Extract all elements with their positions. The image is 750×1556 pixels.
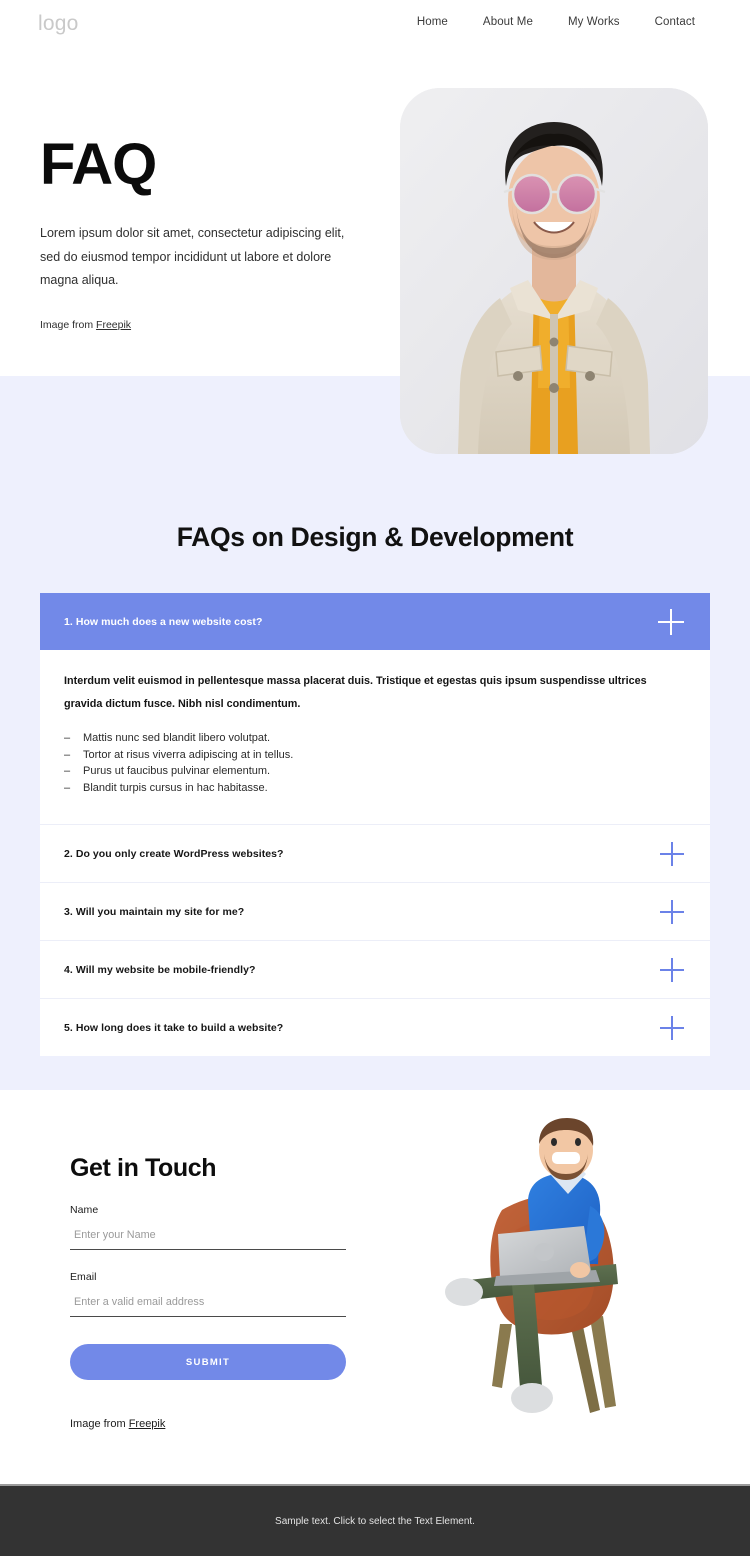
email-field-group: Email <box>70 1271 370 1317</box>
faq-answer-bullets: – Mattis nunc sed blandit libero volutpat… <box>64 730 686 796</box>
faq-section: FAQs on Design & Development 1. How much… <box>0 376 750 1090</box>
person-with-laptop-illustration <box>445 1118 618 1413</box>
dash-bullet-icon: – <box>64 781 71 794</box>
faq-answer-lead: Interdum velit euismod in pellentesque m… <box>64 675 647 710</box>
faq-item-1: 1. How much does a new website cost? Int… <box>40 593 710 824</box>
faq-item-1-header[interactable]: 1. How much does a new website cost? <box>40 593 710 650</box>
contact-title: Get in Touch <box>70 1154 217 1182</box>
plus-icon[interactable] <box>660 957 684 982</box>
list-item: – Purus ut faucibus pulvinar elementum. <box>64 763 686 780</box>
faq-item-5-header[interactable]: 5. How long does it take to build a webs… <box>40 999 710 1056</box>
nav-item-about-me[interactable]: About Me <box>483 16 533 28</box>
contact-section: Get in Touch Name Email SUBMIT Image fro… <box>0 1090 750 1484</box>
name-field-label: Name <box>70 1204 99 1216</box>
contact-image-credit: Image from Freepik <box>70 1418 370 1430</box>
email-input[interactable] <box>70 1292 346 1317</box>
plus-icon[interactable] <box>660 841 684 866</box>
hero-credit-link[interactable]: Freepik <box>96 319 131 331</box>
dash-bullet-icon: – <box>64 748 71 761</box>
faq-item-1-question: 1. How much does a new website cost? <box>64 615 263 628</box>
plus-icon[interactable] <box>660 1015 684 1040</box>
page-title: FAQ <box>40 132 157 197</box>
site-footer: Sample text. Click to select the Text El… <box>0 1484 750 1556</box>
faq-heading: FAQs on Design & Development <box>176 522 574 552</box>
faq-item-5: 5. How long does it take to build a webs… <box>40 998 710 1056</box>
contact-form-block: Get in Touch Name Email SUBMIT Image fro… <box>70 1154 370 1430</box>
faq-item-3-header[interactable]: 3. Will you maintain my site for me? <box>40 883 710 940</box>
nav-item-contact[interactable]: Contact <box>655 16 695 28</box>
faq-item-4-question: 4. Will my website be mobile-friendly? <box>64 963 256 976</box>
faq-item-3: 3. Will you maintain my site for me? <box>40 882 710 940</box>
contact-credit-prefix: Image from <box>70 1418 129 1430</box>
contact-credit-link[interactable]: Freepik <box>129 1418 166 1430</box>
hero-image-credit: Image from Freepik <box>40 319 380 331</box>
faq-accordion: 1. How much does a new website cost? Int… <box>40 593 710 1056</box>
hero-paragraph: Lorem ipsum dolor sit amet, consectetur … <box>40 226 345 287</box>
dash-bullet-icon: – <box>64 765 71 777</box>
plus-icon[interactable] <box>658 608 684 635</box>
submit-button[interactable]: SUBMIT <box>70 1344 346 1380</box>
hero-text-block: FAQ Lorem ipsum dolor sit amet, consecte… <box>40 134 380 331</box>
faq-bullet-text: Purus ut faucibus pulvinar elementum. <box>83 765 271 777</box>
faq-item-4: 4. Will my website be mobile-friendly? <box>40 940 710 998</box>
plus-icon[interactable] <box>660 899 684 924</box>
dash-bullet-icon: – <box>64 732 71 744</box>
faq-item-2-question: 2. Do you only create WordPress websites… <box>64 847 284 860</box>
email-field-label: Email <box>70 1271 97 1283</box>
faq-item-2-header[interactable]: 2. Do you only create WordPress websites… <box>40 825 710 882</box>
faq-bullet-text: Mattis nunc sed blandit libero volutpat. <box>83 732 271 744</box>
name-input[interactable] <box>70 1225 346 1250</box>
list-item: – Tortor at risus viverra adipiscing at i… <box>64 747 686 764</box>
footer-sample-text[interactable]: Sample text. Click to select the Text El… <box>0 1516 750 1527</box>
list-item: – Mattis nunc sed blandit libero volutpat… <box>64 730 686 747</box>
main-nav: Home About Me My Works Contact <box>417 16 695 28</box>
faq-item-2: 2. Do you only create WordPress websites… <box>40 824 710 882</box>
nav-item-my-works[interactable]: My Works <box>568 16 620 28</box>
contact-illustration <box>440 1118 690 1438</box>
faq-item-5-question: 5. How long does it take to build a webs… <box>64 1021 284 1034</box>
hero-portrait-image <box>400 88 708 454</box>
faq-bullet-text: Blandit turpis cursus in hac habitasse. <box>83 781 268 794</box>
faq-item-4-header[interactable]: 4. Will my website be mobile-friendly? <box>40 941 710 998</box>
name-field-group: Name <box>70 1204 370 1250</box>
site-header: logo Home About Me My Works Contact <box>0 0 750 48</box>
hero-credit-prefix: Image from <box>40 318 97 331</box>
faq-item-3-question: 3. Will you maintain my site for me? <box>64 905 245 918</box>
nav-item-home[interactable]: Home <box>417 16 448 28</box>
logo[interactable]: logo <box>38 12 79 36</box>
faq-item-1-answer: Interdum velit euismod in pellentesque m… <box>40 650 710 824</box>
list-item: – Blandit turpis cursus in hac habitasse. <box>64 780 686 797</box>
hero-photo-card <box>400 88 708 454</box>
faq-bullet-text: Tortor at risus viverra adipiscing at in… <box>83 748 294 761</box>
